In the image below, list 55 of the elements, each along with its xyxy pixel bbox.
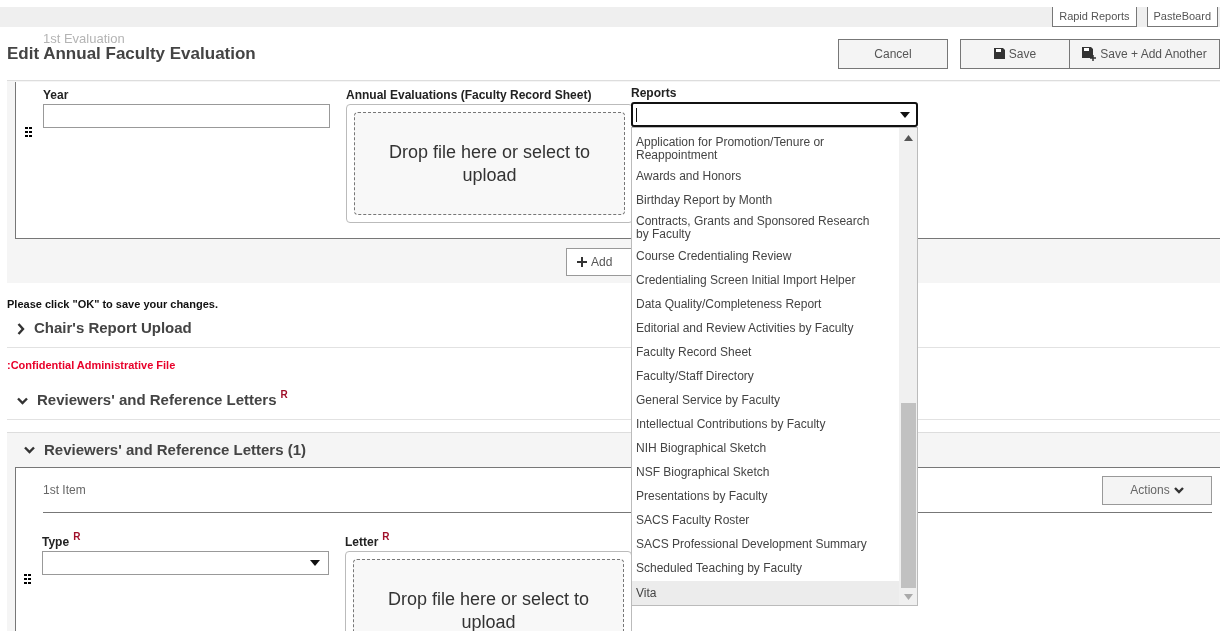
dropdown-option[interactable]: Awards and Honors — [632, 164, 899, 189]
dropdown-option[interactable]: NIH Biographical Sketch — [632, 436, 899, 460]
scroll-up-icon[interactable] — [903, 135, 913, 141]
section-header[interactable]: Chair's Report Upload — [17, 317, 192, 340]
dropdown-option[interactable]: NSF Biographical Sketch — [632, 460, 899, 484]
actions-button[interactable]: Actions — [1102, 475, 1212, 505]
save-button[interactable]: Save — [960, 38, 1070, 69]
drag-handle-icon[interactable] — [25, 127, 33, 137]
dropdown-option[interactable]: Application for Promotion/Tenure or Reappointment — [632, 133, 899, 165]
dropdown-option[interactable]: Contracts, Grants and Sponsored Research by Faculty — [632, 212, 899, 244]
toolbar-button[interactable]: PasteBoard — [1146, 7, 1218, 27]
caret-down-icon — [310, 560, 320, 566]
dropdown-option[interactable]: SACS Faculty Roster — [632, 508, 899, 532]
reports-combobox[interactable] — [631, 102, 918, 127]
dropdown-option[interactable]: Editorial and Review Activities by Faculty — [632, 316, 899, 340]
scroll-down-icon[interactable] — [903, 594, 913, 600]
section-header[interactable]: Reviewers' and Reference Letters R — [17, 389, 288, 412]
scrollbar[interactable] — [899, 128, 917, 605]
drop-zone[interactable]: Drop file here or select to upload — [354, 112, 625, 215]
dropdown-option[interactable]: Scheduled Teaching by Faculty — [632, 556, 899, 580]
type-select[interactable] — [42, 551, 329, 575]
caret-down-icon — [900, 111, 910, 118]
dropdown-option[interactable]: Data Quality/Completeness Report — [632, 292, 899, 316]
dropdown-option[interactable]: Faculty Record Sheet — [632, 340, 899, 364]
year-field[interactable] — [43, 104, 330, 128]
save-add-another-button[interactable]: Save + Add Another — [1070, 38, 1220, 69]
letters-header[interactable]: Reviewers' and Reference Letters (1) — [24, 438, 306, 462]
dropdown-option[interactable]: Vita — [632, 581, 899, 605]
dropdown-option[interactable]: Presentations by Faculty — [632, 484, 899, 508]
drop-zone-text: Drop file here or select to upload — [386, 587, 591, 631]
cancel-button[interactable]: Cancel — [838, 38, 948, 69]
required-mark: R — [73, 530, 81, 544]
drag-handle-icon[interactable] — [24, 574, 32, 584]
field-label: Annual Evaluations (Faculty Record Sheet) — [346, 87, 592, 104]
toolbar-button[interactable]: Rapid Reports — [1052, 7, 1137, 27]
field-label: Letter — [345, 534, 379, 551]
dropdown-option[interactable]: Birthday Report by Month — [632, 188, 899, 213]
scrollbar-thumb[interactable] — [900, 403, 916, 588]
field-label: Reports — [631, 85, 678, 102]
save-notice: Please click "OK" to save your changes. — [7, 298, 218, 310]
dropdown-option[interactable]: Faculty/Staff Directory — [632, 364, 899, 388]
drop-zone-text: Drop file here or select to upload — [387, 140, 592, 187]
field-label: Type — [42, 534, 70, 551]
dropdown-option[interactable]: General Service by Faculty — [632, 388, 899, 412]
drop-zone[interactable]: Drop file here or select to upload — [353, 559, 624, 631]
dropdown-option[interactable]: SACS Professional Development Summary — [632, 532, 899, 556]
warning-text: :Confidential Administrative File — [7, 357, 176, 373]
item-title: 1st Item — [43, 482, 86, 499]
required-mark: R — [382, 530, 390, 544]
dropdown-option[interactable]: Intellectual Contributions by Faculty — [632, 412, 899, 436]
plus-icon — [577, 257, 587, 267]
required-mark: R — [280, 388, 288, 402]
field-label: Year — [43, 87, 69, 104]
chevron-down-icon — [1173, 486, 1184, 494]
save-plus-icon — [1082, 46, 1097, 61]
